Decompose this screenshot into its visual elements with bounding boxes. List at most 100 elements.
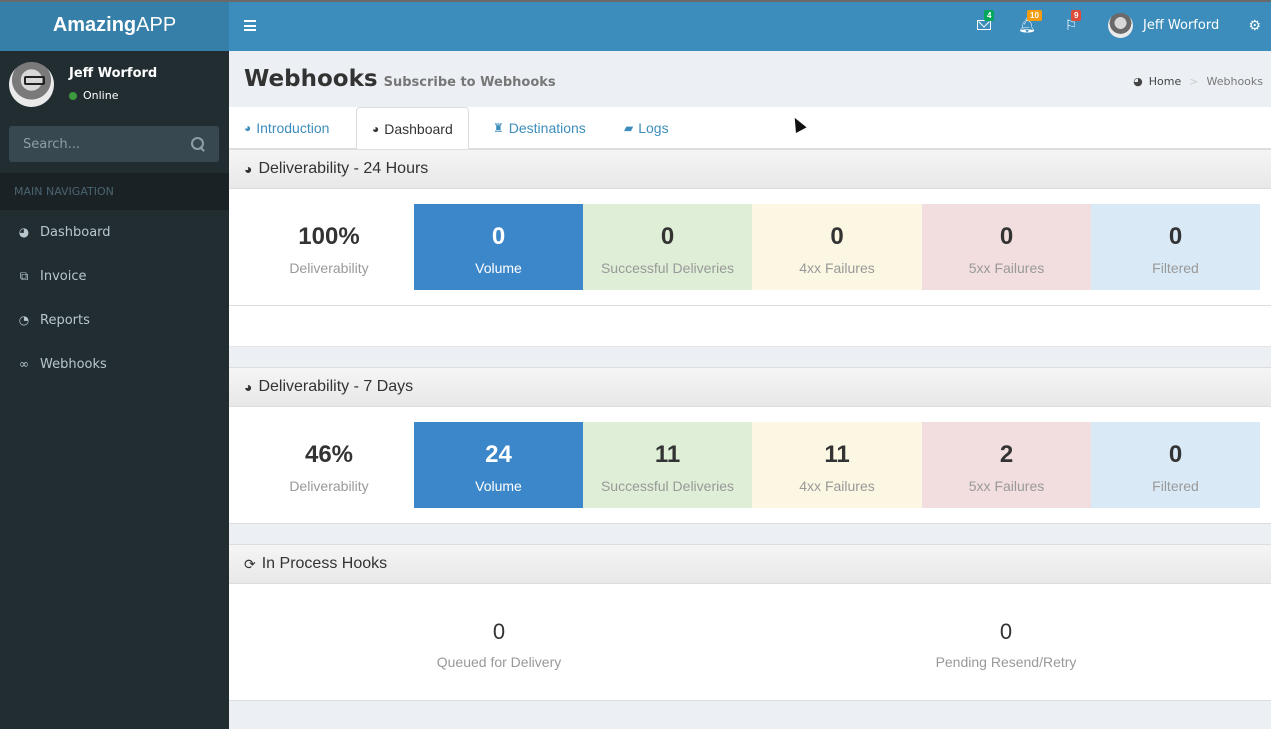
sidebar-item-dashboard[interactable]: ◕ Dashboard [0, 210, 229, 254]
sidebar-item-label: Reports [40, 312, 90, 328]
sidebar-item-invoice[interactable]: ⧉ Invoice [0, 254, 229, 298]
stat-label: 5xx Failures [968, 260, 1045, 276]
user-panel: Jeff Worford Online [0, 51, 229, 117]
page-title: Webhooks Subscribe to Webhooks [244, 66, 556, 92]
dashboard-icon: ◕ [244, 379, 253, 395]
breadcrumb-separator: > [1189, 75, 1199, 88]
deliverability-rate: 100% Deliverability [244, 204, 414, 290]
dashboard-icon: ◕ [244, 161, 253, 177]
stat-successful: 0 Successful Deliveries [583, 204, 752, 290]
sidebar-item-reports[interactable]: ◔ Reports [0, 298, 229, 342]
menu-toggle-icon[interactable] [244, 20, 256, 31]
stat-value: 2 [999, 441, 1014, 468]
dashboard-icon: ◕ [18, 225, 30, 239]
stat-value: 11 [824, 441, 850, 468]
stat-value: 100% [298, 223, 360, 250]
user-name: Jeff Worford [69, 66, 158, 81]
deliverability-7d-header: ◕ Deliverability - 7 Days [229, 367, 1271, 407]
box-title: In Process Hooks [261, 555, 388, 572]
refresh-icon: ⟳ [244, 555, 256, 572]
in-process-header: ⟳ In Process Hooks [229, 544, 1271, 584]
book-icon: ▰ [624, 121, 634, 135]
stat-value: 0 [1168, 223, 1183, 250]
gears-icon[interactable]: ⚙ [1248, 17, 1261, 34]
binoculars-icon: ♜ [493, 121, 504, 135]
stat-label: Successful Deliveries [600, 478, 735, 494]
empty-panel [229, 306, 1271, 347]
stat-value: 0 [999, 223, 1014, 250]
stat-label: Pending Resend/Retry [935, 654, 1077, 670]
stat-label: 4xx Failures [799, 478, 875, 494]
sidebar-item-label: Invoice [40, 268, 87, 284]
stat-value: 24 [485, 441, 512, 468]
tab-dashboard[interactable]: ◕ Dashboard [356, 107, 469, 150]
sidebar-item-label: Dashboard [40, 224, 111, 240]
stat-4xx: 0 4xx Failures [752, 204, 922, 290]
tab-destinations[interactable]: ♜ Destinations [478, 107, 601, 149]
sidebar-item-webhooks[interactable]: ∞ Webhooks [0, 342, 229, 386]
user-status: Online [69, 89, 157, 102]
window-top-strip [0, 0, 1271, 2]
content: Webhooks Subscribe to Webhooks ◕ Home > W… [229, 51, 1271, 729]
dashboard-icon: ◕ [372, 121, 380, 136]
stat-label: 5xx Failures [968, 478, 1045, 494]
status-text: Online [83, 89, 119, 102]
stat-4xx: 11 4xx Failures [752, 422, 922, 508]
stat-label: Successful Deliveries [600, 260, 735, 276]
stat-5xx: 2 5xx Failures [922, 422, 1091, 508]
stat-volume: 0 Volume [414, 204, 583, 290]
pending-stat: 0 Pending Resend/Retry [906, 619, 1106, 670]
stat-value: 0 [660, 223, 675, 250]
sidebar-search [9, 126, 219, 162]
stat-value: 0 [491, 223, 506, 250]
files-icon: ⧉ [19, 268, 29, 283]
logo-light: APP [136, 14, 177, 36]
search-icon[interactable] [191, 137, 205, 151]
header-user-name: Jeff Worford [1143, 18, 1220, 33]
notifications-badge: 10 [1027, 10, 1042, 21]
tab-introduction[interactable]: ◕ Introduction [229, 107, 344, 149]
stat-label: 4xx Failures [799, 260, 875, 276]
app-logo[interactable]: Amazing APP [0, 0, 229, 51]
stat-label: Deliverability [289, 478, 369, 494]
breadcrumb-home[interactable]: Home [1149, 75, 1181, 88]
deliverability-24h-body: 100% Deliverability 0 Volume 0 Successfu… [229, 189, 1271, 306]
dashboard-icon: ◕ [244, 121, 252, 135]
search-input[interactable] [23, 136, 173, 152]
tasks-button[interactable]: ⚐ 9 [1063, 10, 1082, 33]
stat-label: Volume [475, 478, 522, 494]
stat-value: 0 [830, 223, 844, 250]
stat-label: Queued for Delivery [436, 654, 562, 670]
tab-logs[interactable]: ▰ Logs [609, 107, 684, 149]
messages-button[interactable]: 4 [976, 10, 995, 33]
nav-header: MAIN NAVIGATION [0, 173, 229, 210]
online-dot-icon [69, 91, 77, 100]
notifications-button[interactable]: 🔔︎ 10 [1018, 10, 1042, 33]
box-title: Deliverability - 7 Days [258, 378, 414, 395]
deliverability-rate: 46% Deliverability [244, 422, 414, 508]
page-title-text: Webhooks [244, 66, 378, 92]
stat-value: 11 [654, 441, 681, 468]
stat-volume: 24 Volume [414, 422, 583, 508]
sidebar-item-label: Webhooks [40, 356, 107, 372]
logo-bold: Amazing [52, 14, 137, 36]
stat-value: 0 [1168, 441, 1183, 468]
stat-5xx: 0 5xx Failures [922, 204, 1091, 290]
stat-label: Filtered [1152, 260, 1199, 276]
breadcrumb-current: Webhooks [1206, 75, 1263, 88]
pie-chart-icon: ◔ [18, 313, 30, 327]
queued-stat: 0 Queued for Delivery [399, 619, 599, 670]
deliverability-7d-body: 46% Deliverability 24 Volume 11 Successf… [229, 407, 1271, 524]
messages-badge: 4 [984, 10, 995, 21]
stat-filtered: 0 Filtered [1091, 204, 1260, 290]
stat-label: Deliverability [289, 260, 369, 276]
link-icon: ∞ [19, 357, 29, 371]
deliverability-24h-header: ◕ Deliverability - 24 Hours [229, 149, 1271, 189]
stat-value: 0 [492, 619, 506, 644]
sidebar: AmazingAPP Jeff Worford Online MAIN NAVI… [0, 0, 229, 729]
tab-label: Introduction [256, 120, 330, 136]
user-menu[interactable]: Jeff Worford [1108, 13, 1219, 38]
tab-label: Dashboard [384, 120, 453, 137]
stat-value: 0 [999, 619, 1013, 644]
stat-value: 46% [304, 441, 354, 468]
